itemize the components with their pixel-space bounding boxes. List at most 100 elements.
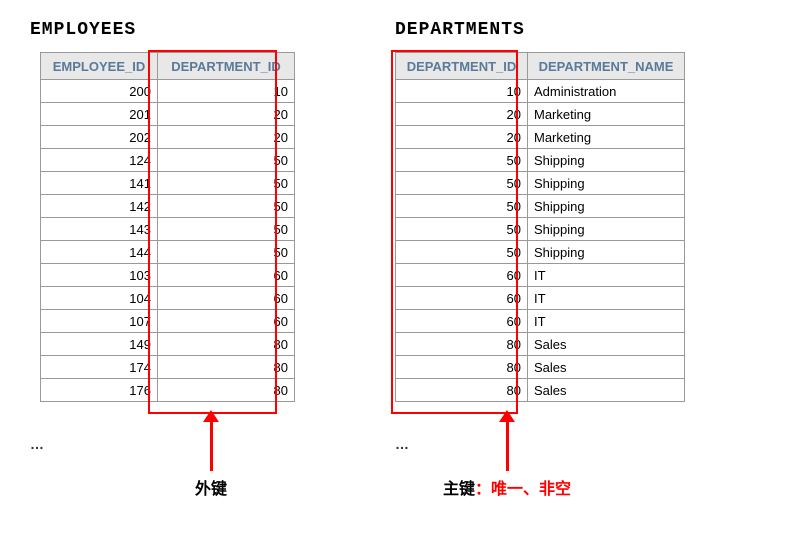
- cell-department-id: 60: [158, 310, 295, 333]
- table-row: 10360: [41, 264, 295, 287]
- cell-dept-name: Shipping: [528, 218, 685, 241]
- cell-dept-name: Shipping: [528, 241, 685, 264]
- cell-employee-id: 176: [41, 379, 158, 402]
- table-row: 10Administration: [396, 80, 685, 103]
- pk-arrow: 主键：唯一、非空: [443, 410, 571, 499]
- cell-dept-id: 80: [396, 356, 528, 379]
- cell-department-id: 50: [158, 172, 295, 195]
- table-row: 80Sales: [396, 379, 685, 402]
- employees-ellipsis: …: [30, 436, 44, 452]
- cell-dept-id: 50: [396, 149, 528, 172]
- cell-dept-name: Marketing: [528, 126, 685, 149]
- cell-department-id: 50: [158, 195, 295, 218]
- cell-employee-id: 104: [41, 287, 158, 310]
- cell-department-id: 20: [158, 103, 295, 126]
- cell-employee-id: 200: [41, 80, 158, 103]
- cell-employee-id: 141: [41, 172, 158, 195]
- cell-department-id: 80: [158, 356, 295, 379]
- employees-block: EMPLOYEES EMPLOYEE_ID DEPARTMENT_ID 2001…: [30, 20, 295, 452]
- cell-department-id: 60: [158, 264, 295, 287]
- table-row: 14980: [41, 333, 295, 356]
- table-row: 12450: [41, 149, 295, 172]
- pk-label-red: ：唯一、非空: [475, 481, 571, 498]
- table-row: 80Sales: [396, 356, 685, 379]
- cell-dept-id: 60: [396, 287, 528, 310]
- cell-employee-id: 103: [41, 264, 158, 287]
- cell-employee-id: 107: [41, 310, 158, 333]
- diagram-container: EMPLOYEES EMPLOYEE_ID DEPARTMENT_ID 2001…: [30, 20, 767, 452]
- cell-dept-id: 80: [396, 333, 528, 356]
- cell-department-id: 60: [158, 287, 295, 310]
- table-row: 17480: [41, 356, 295, 379]
- cell-dept-name: IT: [528, 310, 685, 333]
- table-row: 14450: [41, 241, 295, 264]
- table-row: 50Shipping: [396, 195, 685, 218]
- cell-employee-id: 201: [41, 103, 158, 126]
- cell-department-id: 80: [158, 333, 295, 356]
- arrow-shaft-icon: [210, 421, 213, 471]
- cell-dept-name: Shipping: [528, 172, 685, 195]
- cell-dept-name: Administration: [528, 80, 685, 103]
- table-row: 17680: [41, 379, 295, 402]
- table-row: 50Shipping: [396, 218, 685, 241]
- col-employee-id: EMPLOYEE_ID: [41, 53, 158, 80]
- cell-dept-name: Sales: [528, 356, 685, 379]
- table-row: 20120: [41, 103, 295, 126]
- employees-table: EMPLOYEE_ID DEPARTMENT_ID 20010201202022…: [40, 52, 295, 402]
- cell-dept-id: 50: [396, 172, 528, 195]
- cell-department-id: 20: [158, 126, 295, 149]
- fk-label: 外键: [195, 475, 227, 499]
- cell-dept-id: 50: [396, 195, 528, 218]
- cell-dept-id: 50: [396, 241, 528, 264]
- fk-arrow: 外键: [195, 410, 227, 499]
- cell-dept-id: 20: [396, 103, 528, 126]
- cell-dept-id: 60: [396, 264, 528, 287]
- col-dept-name: DEPARTMENT_NAME: [528, 53, 685, 80]
- employees-header-row: EMPLOYEE_ID DEPARTMENT_ID: [41, 53, 295, 80]
- cell-department-id: 50: [158, 149, 295, 172]
- table-row: 50Shipping: [396, 149, 685, 172]
- table-row: 14250: [41, 195, 295, 218]
- cell-employee-id: 149: [41, 333, 158, 356]
- departments-header-row: DEPARTMENT_ID DEPARTMENT_NAME: [396, 53, 685, 80]
- pk-label-black: 主键: [443, 481, 475, 498]
- table-row: 20010: [41, 80, 295, 103]
- table-row: 20Marketing: [396, 126, 685, 149]
- table-row: 60IT: [396, 310, 685, 333]
- cell-department-id: 50: [158, 241, 295, 264]
- cell-employee-id: 174: [41, 356, 158, 379]
- cell-department-id: 10: [158, 80, 295, 103]
- cell-employee-id: 142: [41, 195, 158, 218]
- cell-employee-id: 143: [41, 218, 158, 241]
- cell-dept-name: Sales: [528, 333, 685, 356]
- cell-dept-name: Shipping: [528, 149, 685, 172]
- cell-dept-name: Marketing: [528, 103, 685, 126]
- table-row: 20220: [41, 126, 295, 149]
- table-row: 60IT: [396, 264, 685, 287]
- table-row: 10760: [41, 310, 295, 333]
- cell-dept-name: Shipping: [528, 195, 685, 218]
- table-row: 80Sales: [396, 333, 685, 356]
- departments-ellipsis: …: [395, 436, 409, 452]
- table-row: 50Shipping: [396, 172, 685, 195]
- cell-dept-id: 80: [396, 379, 528, 402]
- arrow-shaft-icon: [506, 421, 509, 471]
- table-row: 60IT: [396, 287, 685, 310]
- col-department-id: DEPARTMENT_ID: [158, 53, 295, 80]
- cell-dept-id: 60: [396, 310, 528, 333]
- table-row: 50Shipping: [396, 241, 685, 264]
- cell-department-id: 50: [158, 218, 295, 241]
- table-row: 14150: [41, 172, 295, 195]
- cell-dept-id: 20: [396, 126, 528, 149]
- employees-title: EMPLOYEES: [30, 20, 295, 40]
- cell-dept-id: 10: [396, 80, 528, 103]
- table-row: 10460: [41, 287, 295, 310]
- cell-employee-id: 144: [41, 241, 158, 264]
- cell-dept-name: IT: [528, 287, 685, 310]
- cell-employee-id: 202: [41, 126, 158, 149]
- cell-dept-name: IT: [528, 264, 685, 287]
- cell-employee-id: 124: [41, 149, 158, 172]
- cell-dept-name: Sales: [528, 379, 685, 402]
- table-row: 20Marketing: [396, 103, 685, 126]
- departments-block: DEPARTMENTS DEPARTMENT_ID DEPARTMENT_NAM…: [395, 20, 685, 452]
